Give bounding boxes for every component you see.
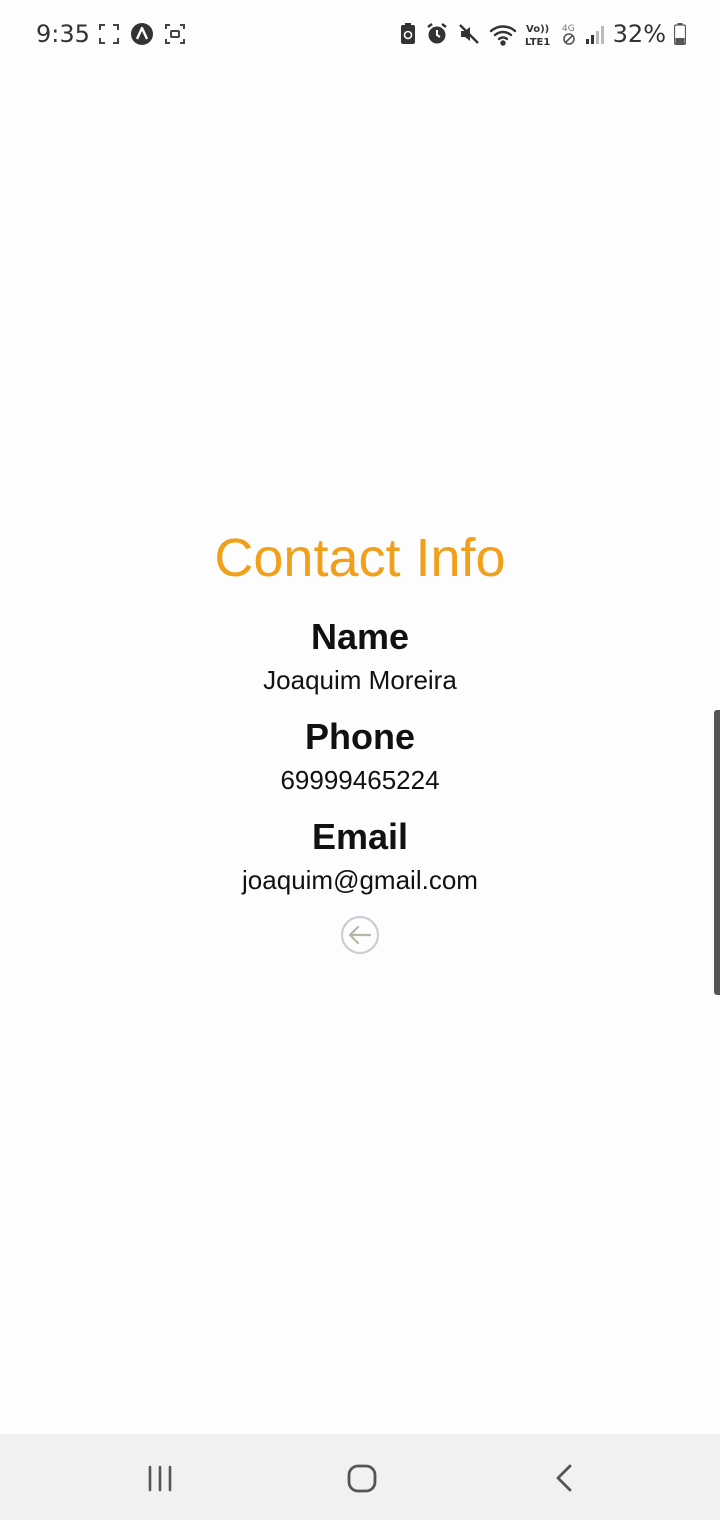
phone-label: Phone: [304, 716, 415, 757]
volte-icon: Vo)) LTE1: [525, 21, 553, 47]
recents-icon: [148, 1465, 172, 1492]
wifi-icon: [489, 22, 517, 46]
svg-text:Vo)): Vo)): [526, 24, 549, 35]
navigation-bar: [0, 1434, 720, 1520]
nav-back-button[interactable]: [545, 1458, 585, 1498]
status-bar: 9:35 Vo)) LTE1 4G 32%: [0, 0, 720, 70]
app-notification-icon: [130, 22, 154, 46]
battery-icon: [674, 23, 686, 45]
battery-saver-icon: [399, 22, 417, 46]
recents-button[interactable]: [140, 1458, 180, 1498]
status-time: 9:35: [36, 20, 90, 48]
home-icon: [347, 1464, 377, 1493]
screenshot-frame-icon: [98, 23, 120, 45]
mobile-data-icon: 4G: [561, 21, 577, 47]
back-icon: [556, 1464, 572, 1492]
email-value: joaquim@gmail.com: [242, 865, 478, 895]
email-label: Email: [311, 816, 409, 857]
status-left-icons: [98, 22, 186, 46]
phone-value: 69999465224: [280, 765, 440, 795]
status-right-icons: Vo)) LTE1 4G 32%: [399, 20, 686, 48]
page-title: Contact Info: [214, 528, 506, 588]
mute-icon: [457, 22, 481, 46]
battery-percentage: 32%: [612, 20, 666, 48]
arrow-left-circle-icon: [341, 916, 379, 954]
scroll-handle[interactable]: [714, 710, 720, 995]
name-label: Name: [310, 616, 410, 657]
alarm-icon: [425, 22, 449, 46]
screen-capture-icon: [164, 23, 186, 45]
contact-info-panel: Contact Info Name Joaquim Moreira Phone …: [0, 525, 720, 960]
name-value: Joaquim Moreira: [263, 665, 457, 695]
svg-text:LTE1: LTE1: [525, 37, 550, 47]
signal-icon: [585, 23, 605, 45]
home-button[interactable]: [342, 1458, 382, 1498]
back-button[interactable]: [340, 915, 380, 955]
svg-text:4G: 4G: [562, 24, 575, 34]
